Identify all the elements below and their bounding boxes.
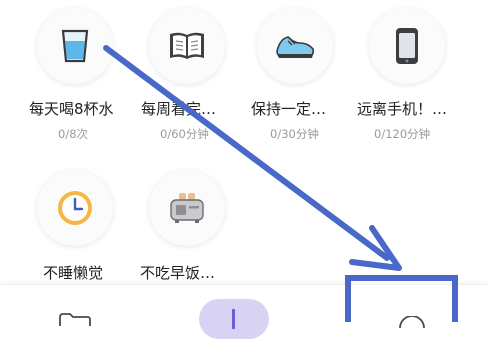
phone-icon (369, 8, 445, 84)
bottom-navigation (0, 284, 488, 339)
running-shoe-icon (257, 8, 333, 84)
annotation-arrow (103, 45, 390, 261)
habit-title: 不吃早饭… (140, 264, 216, 282)
toaster-icon (149, 170, 225, 246)
habit-title: 远离手机！… (357, 100, 448, 118)
habit-title: 每周看完… (141, 100, 217, 118)
habit-title: 每天喝8杯水 (29, 100, 114, 118)
water-glass-icon (37, 8, 113, 84)
habit-progress: 0/120分钟 (374, 127, 431, 141)
annotation-arrowhead (349, 225, 402, 271)
habit-title: 不睡懒觉 (43, 264, 104, 282)
folder-icon[interactable] (58, 311, 92, 330)
add-icon (232, 309, 235, 329)
habit-progress: 0/60分钟 (160, 127, 209, 141)
habit-progress: 0/8次 (58, 127, 89, 141)
clock-icon (37, 170, 113, 246)
circle-icon[interactable] (398, 313, 426, 332)
habit-title: 保持一定… (251, 100, 327, 118)
book-icon (149, 8, 225, 84)
habit-progress: 0/30分钟 (270, 127, 319, 141)
add-button[interactable] (199, 299, 269, 339)
